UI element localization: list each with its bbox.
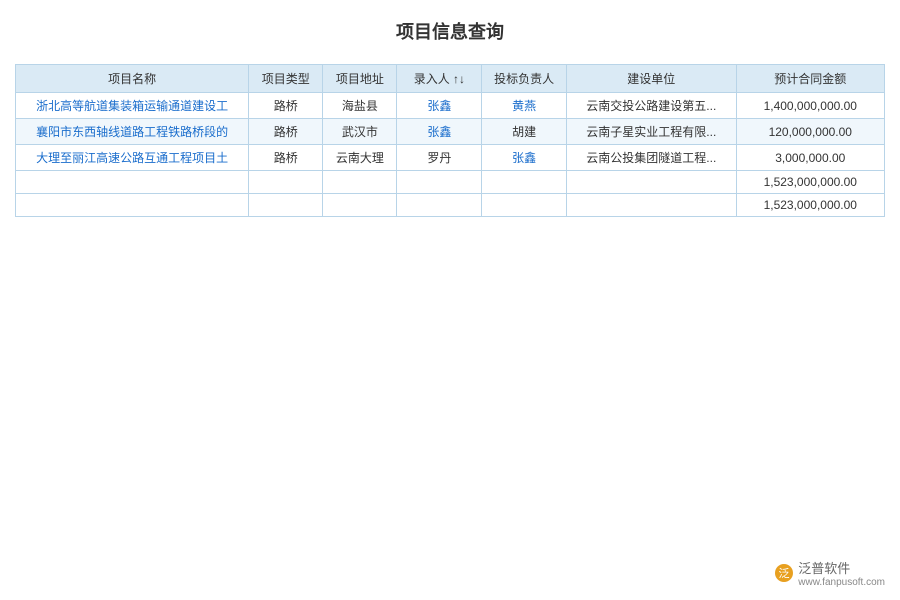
table-row: 大理至丽江高速公路互通工程项目土路桥云南大理罗丹张鑫云南公投集团隧道工程...3… (16, 145, 885, 171)
cell-type: 路桥 (249, 93, 323, 119)
col-header-type: 项目类型 (249, 65, 323, 93)
table-row: 浙北高等航道集装箱运输通道建设工路桥海盐县张鑫黄燕云南交投公路建设第五...1,… (16, 93, 885, 119)
subtotal-row: 1,523,000,000.00 (16, 171, 885, 194)
subtotal-amount: 1,523,000,000.00 (736, 171, 884, 194)
branding-company-name: 泛普软件 (798, 558, 885, 577)
cell-unit: 云南交投公路建设第五... (567, 93, 737, 119)
total-row: 1,523,000,000.00 (16, 194, 885, 217)
cell-project-name[interactable]: 浙北高等航道集装箱运输通道建设工 (16, 93, 249, 119)
data-table: 项目名称 项目类型 项目地址 录入人 ↑↓ 投标负责人 建设单位 预计合同金额 … (15, 64, 885, 217)
cell-amount: 1,400,000,000.00 (736, 93, 884, 119)
cell-type: 路桥 (249, 145, 323, 171)
cell-amount: 3,000,000.00 (736, 145, 884, 171)
table-body: 浙北高等航道集装箱运输通道建设工路桥海盐县张鑫黄燕云南交投公路建设第五...1,… (16, 93, 885, 217)
cell-entry-person[interactable]: 张鑫 (397, 93, 482, 119)
branding-logo-icon: 泛 (774, 563, 794, 583)
cell-bid-person[interactable]: 黄燕 (482, 93, 567, 119)
table-header-row: 项目名称 项目类型 项目地址 录入人 ↑↓ 投标负责人 建设单位 预计合同金额 (16, 65, 885, 93)
page-container: 项目信息查询 项目名称 项目类型 项目地址 录入人 ↑↓ 投标负责人 建设单位 … (0, 0, 900, 600)
cell-address: 海盐县 (323, 93, 397, 119)
cell-bid-person[interactable]: 胡建 (482, 119, 567, 145)
cell-address: 武汉市 (323, 119, 397, 145)
col-header-entry: 录入人 ↑↓ (397, 65, 482, 93)
cell-entry-person[interactable]: 张鑫 (397, 119, 482, 145)
cell-amount: 120,000,000.00 (736, 119, 884, 145)
branding: 泛 泛普软件 www.fanpusoft.com (774, 558, 885, 588)
svg-text:泛: 泛 (779, 567, 790, 580)
cell-address: 云南大理 (323, 145, 397, 171)
col-header-unit: 建设单位 (567, 65, 737, 93)
page-title: 项目信息查询 (15, 10, 885, 52)
cell-unit: 云南公投集团隧道工程... (567, 145, 737, 171)
cell-entry-person[interactable]: 罗丹 (397, 145, 482, 171)
col-header-bid: 投标负责人 (482, 65, 567, 93)
cell-bid-person[interactable]: 张鑫 (482, 145, 567, 171)
branding-url: www.fanpusoft.com (798, 577, 885, 588)
table-row: 襄阳市东西轴线道路工程铁路桥段的路桥武汉市张鑫胡建云南子星实业工程有限...12… (16, 119, 885, 145)
col-header-amount: 预计合同金额 (736, 65, 884, 93)
total-amount: 1,523,000,000.00 (736, 194, 884, 217)
col-header-name: 项目名称 (16, 65, 249, 93)
cell-unit: 云南子星实业工程有限... (567, 119, 737, 145)
cell-project-name[interactable]: 大理至丽江高速公路互通工程项目土 (16, 145, 249, 171)
col-header-address: 项目地址 (323, 65, 397, 93)
cell-type: 路桥 (249, 119, 323, 145)
cell-project-name[interactable]: 襄阳市东西轴线道路工程铁路桥段的 (16, 119, 249, 145)
